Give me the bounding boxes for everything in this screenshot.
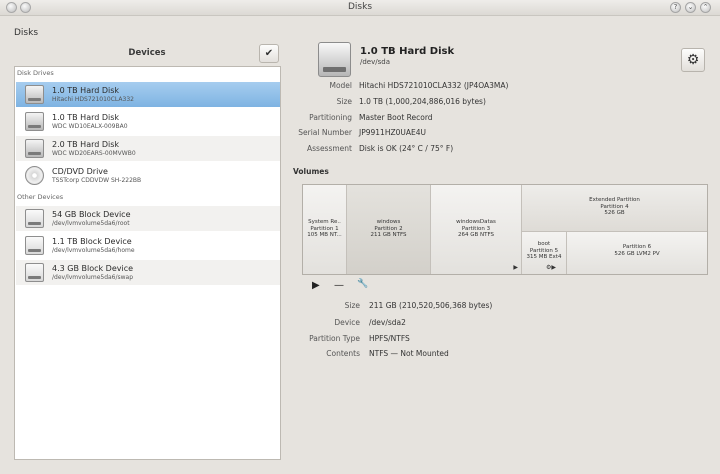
device-name: 4.3 GB Block Device (52, 264, 134, 273)
device-item[interactable]: CD/DVD Drive TSSTcorp CDDVDW SH-222BB (16, 163, 280, 188)
play-icon: ⚙▶ (546, 263, 556, 271)
maximize-button[interactable]: ⌃ (700, 2, 711, 13)
device-name: 54 GB Block Device (52, 210, 131, 219)
detail-label: Size (344, 301, 360, 310)
partition-block[interactable]: windows Partition 2 211 GB NTFS (347, 185, 431, 274)
section-other-devices: Other Devices (17, 193, 64, 201)
window-titlebar: Disks ? ⌄ ⌃ (0, 0, 720, 16)
partition-block[interactable]: System Re.. Partition 1 105 MB NT... (303, 185, 347, 274)
minus-icon[interactable]: — (334, 280, 344, 291)
partition-info: 211 GB NTFS (370, 232, 407, 238)
property-value: Hitachi HDS721010CLA332 (JP4OA3MA) (359, 81, 509, 90)
property-value: Master Boot Record (359, 113, 433, 122)
window-title: Disks (347, 2, 373, 12)
device-item[interactable]: 4.3 GB Block Device /dev/lvmvolume5da6/s… (16, 260, 280, 285)
devices-header-label: Devices (128, 48, 166, 58)
device-path: /dev/lvmvolume5da6/home (52, 247, 135, 254)
disk-device-path: /dev/sda (360, 58, 390, 66)
partition-name: System Re.. (308, 219, 341, 225)
partition-block[interactable]: boot Partition 5 315 MB Ext4 ⚙▶ (522, 232, 567, 274)
property-label: Model (329, 81, 352, 90)
partition-info: 264 GB NTFS (457, 232, 495, 238)
checkmark-button[interactable]: ✔ (259, 44, 279, 63)
volume-toolbar: ▶ — 🔧 (302, 277, 708, 295)
detail-value: NTFS — Not Mounted (369, 349, 449, 358)
device-list: Disk Drives 1.0 TB Hard Disk Hitachi HDS… (14, 66, 281, 460)
device-model: TSSTcorp CDDVDW SH-222BB (52, 177, 142, 184)
property-value: JP9911HZ0UAE4U (359, 128, 426, 137)
property-label: Serial Number (298, 128, 352, 137)
block-device-icon (25, 209, 44, 228)
device-name: CD/DVD Drive (52, 167, 108, 176)
block-device-icon (25, 236, 44, 255)
play-icon: ▶ (513, 263, 518, 271)
optical-disc-icon (25, 166, 44, 185)
partition-info: 315 MB Ext4 (526, 254, 562, 260)
wrench-icon[interactable]: 🔧 (357, 279, 368, 289)
device-item[interactable]: 54 GB Block Device /dev/lvmvolume5da6/ro… (16, 206, 280, 231)
disk-title: 1.0 TB Hard Disk (360, 46, 455, 57)
property-value: Disk is OK (24° C / 75° F) (359, 144, 454, 153)
detail-value: HPFS/NTFS (369, 334, 410, 343)
partition-block[interactable]: windowsDatas Partition 3 264 GB NTFS ▶ (431, 185, 522, 274)
property-value: 1.0 TB (1,000,204,886,016 bytes) (359, 97, 486, 106)
partition-info: 105 MB NT... (307, 232, 342, 238)
detail-label: Contents (326, 349, 360, 358)
device-path: /dev/lvmvolume5da6/root (52, 220, 130, 227)
property-label: Partitioning (309, 113, 352, 122)
property-label: Size (336, 97, 352, 106)
volumes-header: Volumes (293, 167, 329, 176)
device-item[interactable]: 1.1 TB Block Device /dev/lvmvolume5da6/h… (16, 233, 280, 258)
partition-block[interactable]: Partition 6 526 GB LVM2 PV (567, 232, 707, 274)
devices-header: Devices (14, 46, 280, 62)
play-icon[interactable]: ▶ (312, 280, 320, 291)
partition-block[interactable]: Extended Partition Partition 4 526 GB (522, 185, 707, 232)
detail-value: 211 GB (210,520,506,368 bytes) (369, 301, 493, 310)
detail-value: /dev/sda2 (369, 318, 406, 327)
device-path: /dev/lvmvolume5da6/swap (52, 274, 134, 281)
partition-info: 526 GB (604, 210, 625, 216)
detail-label: Device (334, 318, 360, 327)
minimize-button[interactable]: ⌄ (685, 2, 696, 13)
help-button[interactable]: ? (670, 2, 681, 13)
section-disk-drives: Disk Drives (17, 69, 54, 77)
property-label: Assessment (307, 144, 352, 153)
volume-map: System Re.. Partition 1 105 MB NT... win… (302, 184, 708, 275)
partition-info: 526 GB LVM2 PV (614, 250, 660, 257)
detail-label: Partition Type (309, 334, 360, 343)
block-device-icon (25, 263, 44, 282)
device-name: 1.1 TB Block Device (52, 237, 132, 246)
app-name: Disks (14, 28, 39, 38)
hard-disk-icon (318, 42, 351, 77)
gear-button[interactable]: ⚙ (681, 48, 705, 72)
